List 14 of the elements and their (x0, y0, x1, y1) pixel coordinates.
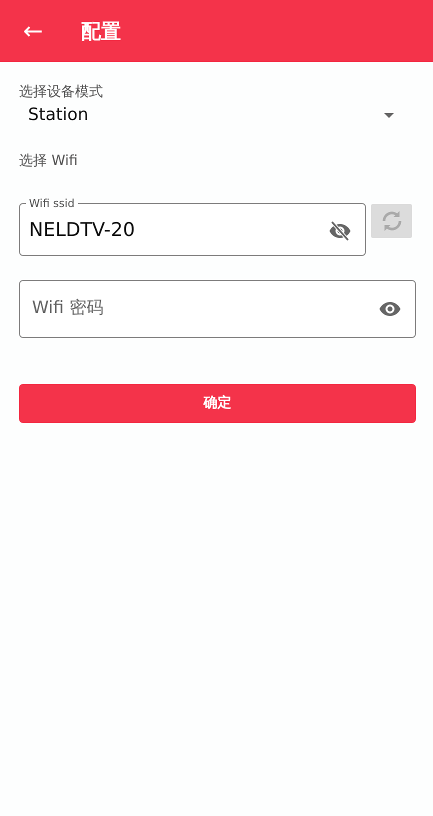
refresh-icon (380, 209, 404, 233)
back-button[interactable]: ← (20, 19, 46, 43)
mode-label: 选择设备模式 (19, 83, 104, 102)
ssid-input[interactable]: NELDTV-20 (29, 216, 327, 245)
ssid-field-label: Wifi ssid (28, 196, 76, 210)
confirm-button[interactable]: 确定 (19, 384, 416, 422)
ssid-field[interactable]: Wifi ssid NELDTV-20 (19, 196, 366, 256)
eye-slash-icon[interactable] (327, 218, 353, 242)
mode-dropdown-value[interactable]: Station (28, 103, 88, 128)
wifi-section-label: 选择 Wifi (19, 152, 79, 170)
page-title: 配置 (81, 18, 121, 45)
password-field[interactable]: Wifi 密码 (19, 280, 416, 338)
password-input[interactable]: Wifi 密码 (32, 296, 377, 322)
dropdown-arrow-icon[interactable] (384, 113, 394, 118)
